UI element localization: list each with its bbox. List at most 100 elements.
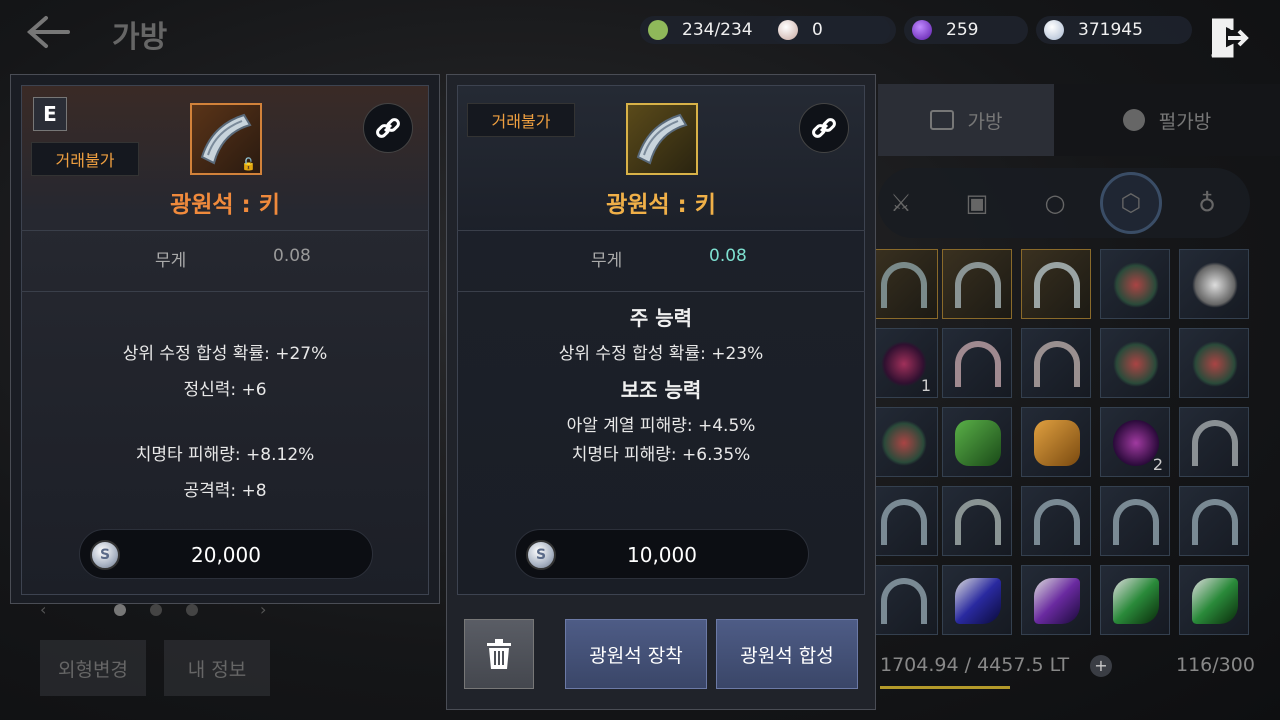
weight-label: 무게 — [155, 251, 187, 271]
inventory-slot[interactable] — [1021, 407, 1091, 477]
page-title: 가방 — [112, 20, 168, 55]
potion-filter-icon[interactable]: ♁ — [1190, 186, 1224, 220]
weight-value: 0.08 — [709, 246, 747, 266]
page-dot[interactable] — [186, 604, 198, 616]
delete-button[interactable] — [464, 619, 534, 689]
divider — [21, 230, 429, 231]
inventory-slot[interactable] — [1179, 486, 1249, 556]
appearance-button[interactable]: 외형변경 — [40, 640, 146, 696]
grade-badge: E — [33, 97, 67, 131]
divider — [21, 291, 429, 292]
armor-filter-icon[interactable]: ▣ — [960, 186, 994, 220]
inventory-slot[interactable] — [1100, 565, 1170, 635]
stat-line: 아알 계열 피해량: +4.5% — [566, 416, 756, 436]
stat-line: 치명타 피해량: +6.35% — [571, 445, 751, 465]
link-button[interactable] — [799, 103, 849, 153]
inventory-slot[interactable] — [1021, 565, 1091, 635]
item-name: 광원석 : 키 — [170, 192, 280, 218]
stat-line: 공격력: +8 — [183, 481, 267, 501]
inventory-grid: 1 2 — [868, 249, 1280, 645]
page-dot[interactable] — [150, 604, 162, 616]
inventory-slot[interactable] — [1100, 249, 1170, 319]
untradeable-tag: 거래불가 — [31, 142, 139, 176]
weapon-filter-icon[interactable]: ⚔ — [884, 186, 918, 220]
inventory-slot[interactable]: 1 — [868, 328, 938, 398]
link-icon — [376, 118, 400, 138]
crystal-shard-icon — [636, 113, 688, 165]
weight-readout: 1704.94 / 4457.5 LT — [880, 654, 1070, 676]
divider — [457, 291, 865, 292]
inventory-slot[interactable] — [868, 407, 938, 477]
page-dot[interactable] — [114, 604, 126, 616]
inventory-slot[interactable] — [1179, 407, 1249, 477]
silver-coin-icon — [1044, 20, 1064, 40]
item-icon — [626, 103, 698, 175]
stat-line: 치명타 피해량: +8.12% — [135, 445, 315, 465]
stamina-leaf-icon — [648, 20, 668, 40]
inventory-slot[interactable] — [1179, 565, 1249, 635]
inventory-tabs: 가방 펄가방 — [878, 84, 1280, 156]
inventory-slot[interactable] — [1179, 328, 1249, 398]
inventory-slot[interactable] — [942, 486, 1012, 556]
pearl-icon — [778, 20, 798, 40]
expand-plus-icon[interactable]: + — [1090, 655, 1112, 677]
crystal-filter-icon[interactable]: ⬡ — [1100, 172, 1162, 234]
pearl-bag-icon — [1122, 109, 1145, 131]
inventory-slot[interactable] — [868, 565, 938, 635]
item-count: 1 — [920, 376, 931, 395]
price-display: S 10,000 — [515, 529, 809, 579]
link-button[interactable] — [363, 103, 413, 153]
inventory-slot[interactable] — [1100, 486, 1170, 556]
divider — [457, 230, 865, 231]
equip-crystal-button[interactable]: 광원석 장착 — [565, 619, 707, 689]
back-arrow-icon[interactable] — [24, 12, 72, 52]
sub-ability-heading: 보조 능력 — [620, 378, 702, 402]
inventory-slot[interactable] — [942, 565, 1012, 635]
equipped-item-tooltip: E 거래불가 🔓 광원석 : 키 무게 0.08 상위 수정 합성 확률: +2… — [10, 74, 440, 604]
pearl-value: 0 — [812, 20, 823, 40]
stamina-value: 234/234 — [682, 20, 753, 40]
untradeable-tag: 거래불가 — [467, 103, 575, 137]
inventory-slot[interactable] — [942, 328, 1012, 398]
price-value: 10,000 — [627, 543, 697, 567]
category-filter: ⚔ ▣ ○ ⬡ ♁ — [878, 168, 1250, 238]
main-ability-heading: 주 능력 — [629, 306, 693, 330]
gem-counter: 259 — [904, 16, 1028, 44]
selected-item-tooltip: 거래불가 광원석 : 키 무게 0.08 주 능력 상위 수정 합성 확률: +… — [446, 74, 876, 710]
inventory-slot[interactable] — [1021, 328, 1091, 398]
inventory-slot[interactable] — [942, 407, 1012, 477]
inventory-slot[interactable] — [1179, 249, 1249, 319]
tab-pearl-bag-label: 펄가방 — [1158, 110, 1212, 133]
tab-pearl-bag[interactable]: 펄가방 — [1054, 84, 1280, 156]
tab-bag-label: 가방 — [967, 110, 1003, 133]
stat-line: 상위 수정 합성 확률: +27% — [122, 344, 328, 364]
inventory-slot[interactable] — [1021, 249, 1091, 319]
inventory-slot[interactable]: 2 — [1100, 407, 1170, 477]
trash-icon — [487, 639, 511, 669]
accessory-filter-icon[interactable]: ○ — [1038, 186, 1072, 220]
item-name: 광원석 : 키 — [606, 192, 716, 218]
combine-crystal-button[interactable]: 광원석 합성 — [716, 619, 858, 689]
silver-value: 371945 — [1078, 20, 1143, 40]
inventory-slot[interactable] — [942, 249, 1012, 319]
link-icon — [812, 118, 836, 138]
tab-bag[interactable]: 가방 — [878, 84, 1054, 156]
stat-line: 상위 수정 합성 확률: +23% — [558, 344, 764, 364]
pearl-counter: 0 — [770, 16, 896, 44]
weight-label: 무게 — [591, 251, 623, 271]
inventory-slot[interactable] — [868, 486, 938, 556]
price-display: S 20,000 — [79, 529, 373, 579]
price-value: 20,000 — [191, 543, 261, 567]
top-bar: 가방 234/234 0 259 371945 — [0, 0, 1280, 62]
weight-bar — [880, 686, 1010, 689]
stat-line: 정신력: +6 — [183, 380, 267, 400]
slot-count: 116/300 — [1176, 654, 1255, 676]
weight-value: 0.08 — [273, 246, 311, 266]
exit-icon[interactable] — [1208, 16, 1250, 60]
purple-gem-icon — [912, 20, 932, 40]
inventory-slot[interactable] — [868, 249, 938, 319]
inventory-slot[interactable] — [1021, 486, 1091, 556]
my-info-button[interactable]: 내 정보 — [164, 640, 270, 696]
inventory-slot[interactable] — [1100, 328, 1170, 398]
item-count: 2 — [1152, 455, 1163, 474]
